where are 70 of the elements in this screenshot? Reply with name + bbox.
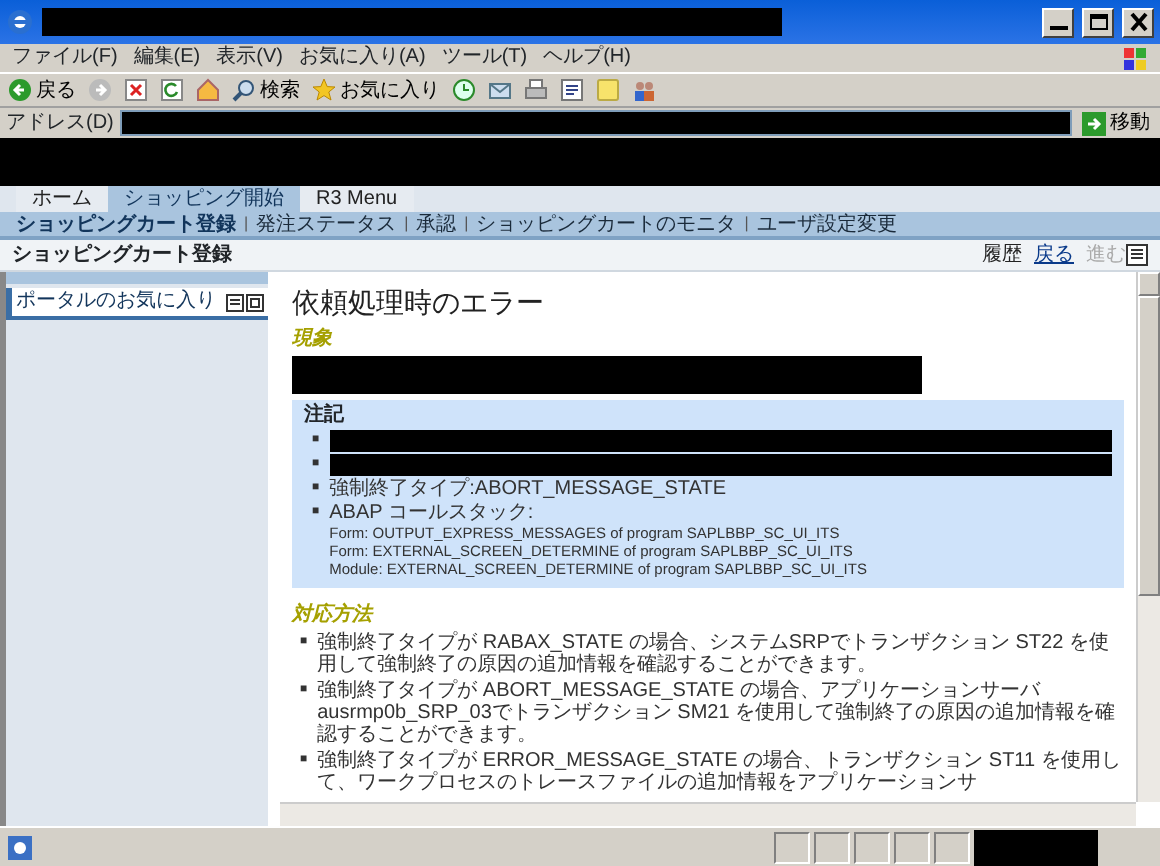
address-label: アドレス(D) — [6, 113, 114, 133]
page-heading: 依頼処理時のエラー — [292, 286, 546, 318]
nav-link[interactable]: ショッピングカートのモニタ — [476, 209, 737, 239]
status-pane — [934, 831, 970, 863]
menu-item[interactable]: ヘルプ(H) — [543, 48, 631, 68]
list-text: 強制終了タイプが ERROR_MESSAGE_STATE の場合、トランザクション ST11 を使用して、ワークプロセスのトレースファイルの追加情報をアプリケーションサ — [317, 750, 1121, 794]
portal-tab[interactable]: ホーム — [16, 186, 108, 212]
page-icon — [6, 833, 34, 861]
home-icon[interactable] — [196, 78, 220, 102]
list-text: ABAP コールスタック: — [329, 502, 536, 524]
stop-icon[interactable] — [124, 78, 148, 102]
minimize-icon — [1049, 25, 1067, 29]
list-text: 強制終了タイプが RABAX_STATE の場合、システムSRPでトランザクション ST22 を使用して強制終了の原因の追加情報を確認することができます。 — [317, 632, 1109, 676]
menu-item[interactable]: 表示(V) — [216, 48, 283, 68]
status-pane — [894, 831, 930, 863]
page-menu-icon[interactable] — [1126, 244, 1148, 266]
browser-icon — [6, 8, 34, 36]
maximize-button[interactable] — [1082, 7, 1114, 37]
printer-icon[interactable] — [524, 78, 548, 102]
section-heading: 現象 — [292, 328, 334, 352]
menu-item[interactable]: ファイル(F) — [12, 48, 118, 68]
star-icon — [312, 78, 336, 102]
section-heading: 対応方法 — [292, 604, 376, 628]
separator: | — [404, 212, 409, 236]
windows-logo-icon — [1122, 45, 1148, 71]
mail-icon[interactable] — [488, 78, 512, 102]
history-icon[interactable] — [452, 78, 476, 102]
people-icon[interactable] — [632, 78, 656, 102]
status-pane — [854, 831, 890, 863]
back-arrow-icon — [8, 78, 32, 102]
nav-link[interactable]: ショッピングカート登録 — [16, 209, 236, 239]
maximize-icon[interactable] — [246, 293, 264, 311]
nav-link[interactable]: 承認 — [416, 209, 457, 239]
minimize-button[interactable] — [1042, 7, 1074, 37]
portal-tab[interactable]: R3 Menu — [300, 186, 414, 212]
status-pane — [814, 831, 850, 863]
list-text: 強制終了タイプが ABORT_MESSAGE_STATE の場合、アプリケーションサーバausrmp0b_SRP_03でトランザクション SM21 を使用して強制終了の原因の追加情報を確認することができます。 — [317, 680, 1116, 746]
address-field[interactable] — [119, 110, 1072, 136]
edit-icon[interactable] — [560, 78, 584, 102]
note-heading: 注記 — [304, 404, 346, 428]
back-button[interactable]: 戻る — [8, 75, 76, 105]
close-button[interactable] — [1122, 7, 1154, 37]
nav-link[interactable]: 発注ステータス — [256, 209, 397, 239]
menu-icon[interactable] — [226, 293, 244, 311]
history-link[interactable]: 履歴 — [982, 240, 1022, 270]
favorites-button[interactable]: お気に入り — [312, 75, 440, 105]
menu-item[interactable]: 編集(E) — [133, 48, 201, 68]
refresh-icon[interactable] — [160, 78, 184, 102]
portal-tab[interactable]: ショッピング開始 — [108, 186, 300, 212]
arrow-icon — [1082, 111, 1106, 135]
search-button[interactable]: 検索 — [232, 75, 300, 105]
scrollbar[interactable] — [280, 802, 1136, 826]
separator: | — [464, 212, 469, 236]
back-link[interactable]: 戻る — [1034, 240, 1074, 270]
redacted-block — [974, 829, 1098, 865]
list-text: 強制終了タイプ:ABORT_MESSAGE_STATE — [329, 478, 726, 500]
menu-item[interactable]: お気に入り(A) — [298, 48, 426, 68]
forward-arrow-icon — [88, 78, 112, 102]
status-pane — [774, 831, 810, 863]
scrollbar[interactable] — [1136, 272, 1160, 802]
close-icon — [1127, 12, 1149, 32]
separator: | — [744, 212, 749, 236]
go-button[interactable]: 移動 — [1078, 108, 1154, 138]
menu-item[interactable]: ツール(T) — [441, 48, 528, 68]
sidebar-title: ポータルのお気に入り — [16, 290, 218, 314]
nav-link[interactable]: ユーザ設定変更 — [756, 209, 897, 239]
maximize-icon — [1087, 12, 1109, 32]
page-title: ショッピングカート登録 — [12, 241, 234, 270]
search-icon — [232, 78, 256, 102]
separator: | — [244, 212, 249, 236]
